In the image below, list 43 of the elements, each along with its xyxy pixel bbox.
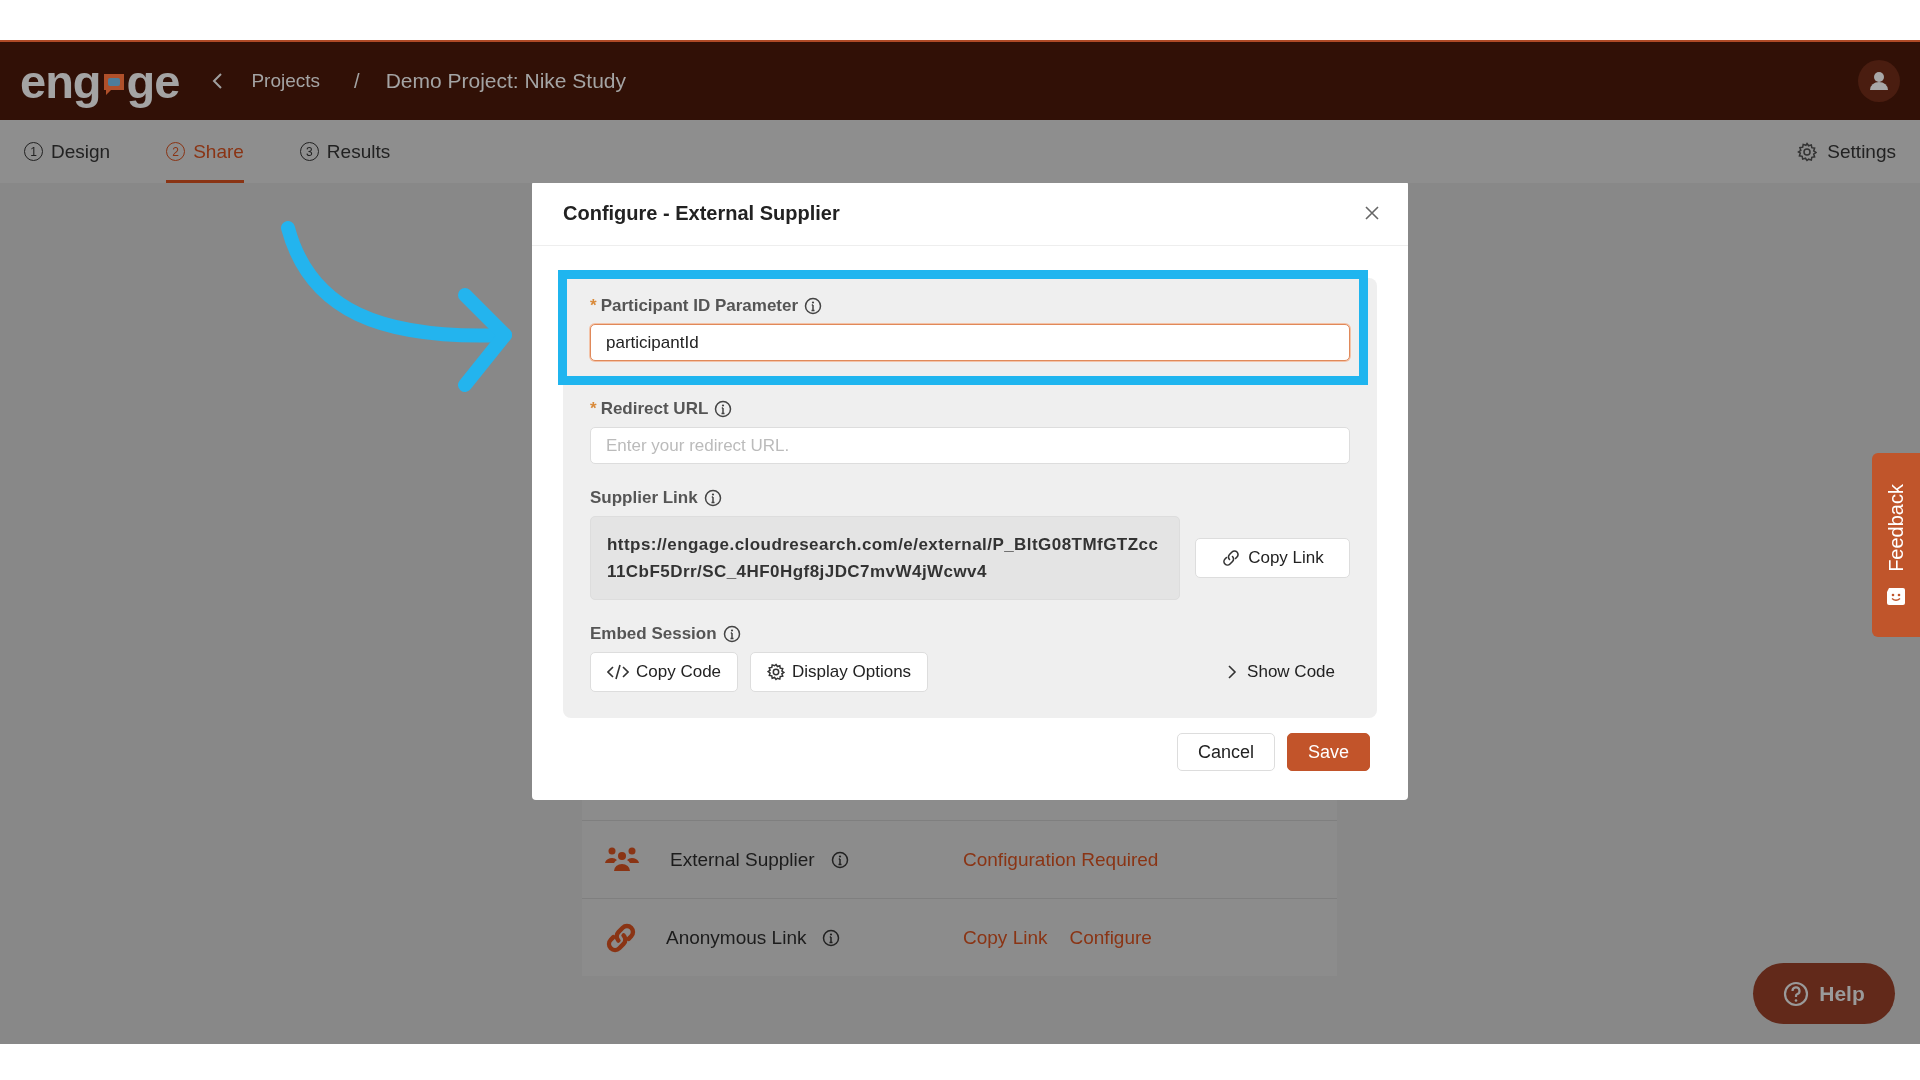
info-icon <box>703 489 722 507</box>
breadcrumb-link[interactable]: Projects <box>251 70 321 92</box>
logo[interactable]: eng ge <box>20 53 180 109</box>
required-mark: * <box>590 399 597 419</box>
channel-name: Anonymous Link <box>666 926 807 949</box>
settings-icon <box>1797 141 1818 162</box>
code-icon <box>607 664 629 680</box>
save-button[interactable]: Save <box>1286 733 1370 771</box>
avatar-icon[interactable] <box>1858 60 1900 102</box>
help-icon <box>1783 980 1810 1007</box>
input-field[interactable]: Enter your redirect URL. <box>590 427 1350 464</box>
smiley-icon <box>1886 585 1906 606</box>
link-text: https://engage.cloudresearch.com/e/external/P_BltG08TMfGTZcc11CbF5Drr/SC_4HF0Hgf8jJDC7mvW4jWcwv4 <box>590 516 1180 600</box>
info-icon <box>714 400 733 418</box>
required-mark: * <box>590 296 597 316</box>
field-label: Participant ID Parameter <box>600 296 799 316</box>
project-title: Demo Project: Nike Study <box>385 69 627 93</box>
info-icon <box>822 928 841 947</box>
settings-link[interactable]: Settings <box>1797 120 1896 183</box>
field-label: Redirect URL <box>600 399 709 419</box>
input-field[interactable]: participantId <box>590 324 1350 361</box>
cancel-button[interactable]: Cancel <box>1176 733 1275 771</box>
channel-name: External Supplier <box>670 848 815 871</box>
link-icon <box>1221 548 1242 568</box>
info-icon <box>804 297 823 315</box>
close-icon[interactable] <box>1364 205 1380 221</box>
tab[interactable]: 3 Results <box>299 120 391 183</box>
speech-bubble-icon <box>101 71 126 97</box>
copy-code-button[interactable]: Copy Code <box>590 652 739 692</box>
field-label: Embed Session <box>590 624 717 644</box>
chevron-right-icon <box>1227 665 1238 679</box>
breadcrumb-separator: / <box>354 69 360 93</box>
show-code-toggle[interactable]: Show Code <box>1227 662 1335 682</box>
dialog-title: Configure - External Supplier <box>563 201 840 225</box>
copy-link-button[interactable]: Copy Link <box>1195 538 1350 578</box>
help-button[interactable]: Help <box>1753 963 1895 1024</box>
field-label: Supplier Link <box>590 488 698 508</box>
info-icon <box>722 625 741 643</box>
info-icon <box>830 850 849 869</box>
feedback-tab[interactable]: Feedback <box>1872 453 1920 637</box>
tab[interactable]: 1 Design <box>24 120 111 183</box>
gear-icon <box>767 663 786 681</box>
display-options-button[interactable]: Display Options <box>750 652 929 692</box>
